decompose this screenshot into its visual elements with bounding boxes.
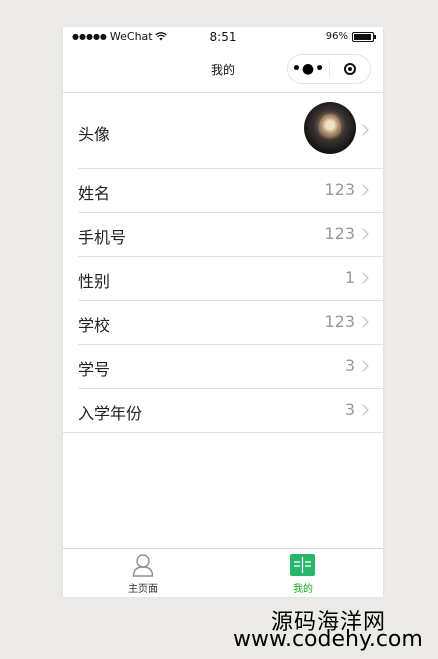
tab-mine[interactable]: 我的	[223, 549, 383, 597]
row-value: 123	[324, 180, 355, 199]
book-icon	[290, 554, 315, 576]
row-label: 手机号	[78, 228, 127, 247]
row-label: 学号	[78, 360, 111, 379]
chevron-right-icon	[357, 228, 369, 240]
chevron-right-icon	[357, 124, 369, 136]
chevron-right-icon	[357, 404, 369, 416]
row-value: 3	[344, 400, 355, 419]
row-value: 123	[324, 312, 355, 331]
chevron-right-icon	[357, 184, 369, 196]
chevron-right-icon	[357, 272, 369, 284]
avatar	[304, 102, 356, 154]
row-value: 123	[324, 224, 355, 243]
row-label: 入学年份	[78, 404, 143, 423]
status-bar: ●●●●● WeChat 8:51 96%	[63, 27, 383, 47]
chevron-right-icon	[357, 360, 369, 372]
profile-row-school[interactable]: 学校 123	[78, 301, 383, 345]
battery-fill	[354, 33, 371, 40]
menu-capsule: •●•	[287, 54, 371, 84]
profile-row-enrollment-year[interactable]: 入学年份 3	[63, 389, 383, 433]
phone-screen: ●●●●● WeChat 8:51 96% 我的 •●• 头像 姓名 123 手…	[63, 27, 383, 597]
profile-row-gender[interactable]: 性别 1	[78, 257, 383, 301]
close-mini-program-button[interactable]	[330, 63, 370, 75]
chevron-right-icon	[357, 316, 369, 328]
row-label: 姓名	[78, 184, 111, 203]
tab-label: 主页面	[128, 584, 158, 595]
avatar-row[interactable]: 头像	[78, 93, 383, 169]
row-value: 3	[344, 356, 355, 375]
status-right: 96%	[325, 31, 376, 42]
navigation-bar: 我的 •●•	[63, 47, 383, 93]
tab-home[interactable]: 主页面	[63, 549, 223, 597]
profile-row-name[interactable]: 姓名 123	[78, 169, 383, 213]
tab-bar: 主页面 我的	[63, 548, 383, 597]
target-close-icon	[343, 63, 356, 75]
row-value: 1	[344, 268, 355, 287]
battery-percent: 96%	[325, 31, 348, 42]
profile-row-phone[interactable]: 手机号 123	[78, 213, 383, 257]
watermark-url: www.codehy.com	[233, 627, 423, 652]
avatar-label: 头像	[78, 125, 111, 144]
battery-icon	[352, 31, 376, 42]
profile-row-student-id[interactable]: 学号 3	[78, 345, 383, 389]
tab-label: 我的	[293, 584, 313, 595]
person-icon	[132, 554, 154, 577]
more-dots-icon[interactable]: •●•	[288, 61, 329, 77]
row-label: 性别	[78, 272, 111, 291]
row-label: 学校	[78, 316, 111, 335]
